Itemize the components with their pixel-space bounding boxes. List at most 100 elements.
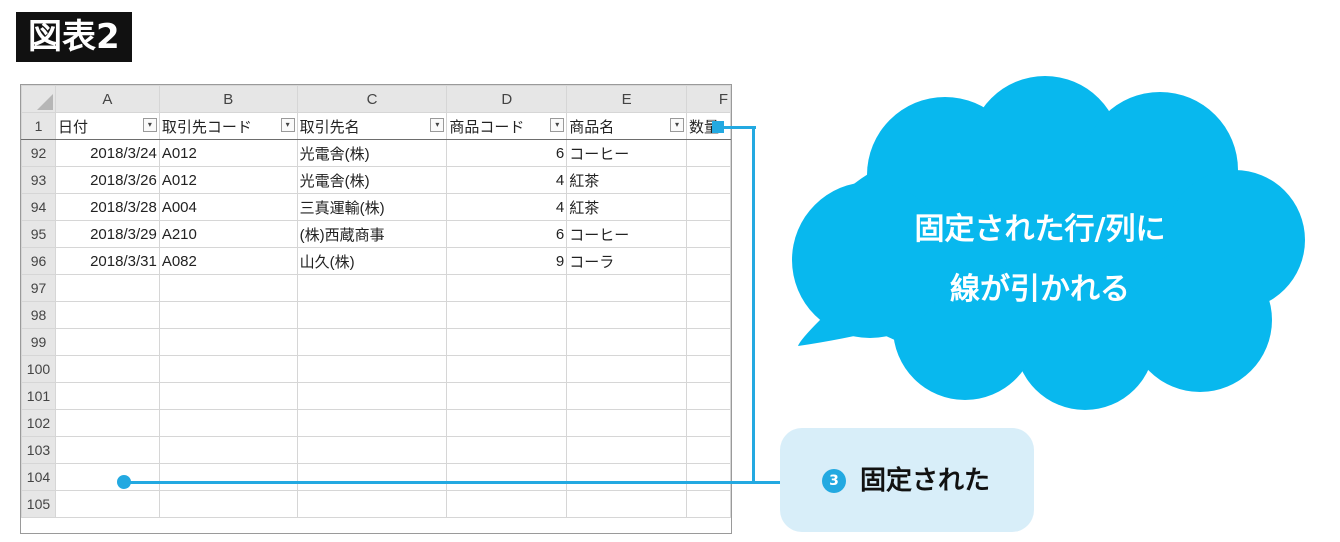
cell-product-code[interactable]: 6 [446,220,568,248]
cell-product-name[interactable] [566,409,687,437]
row-header[interactable]: 105 [21,490,56,518]
cell-date[interactable] [54,463,160,491]
cell-date[interactable] [54,274,160,302]
row-header[interactable]: 1 [21,112,56,140]
cell-client-code[interactable] [158,436,298,464]
cell-client-code[interactable] [158,328,298,356]
cell-client-name[interactable] [296,355,448,383]
cell-date[interactable]: 2018/3/24 [54,139,160,167]
cell-date[interactable] [54,409,160,437]
cell-client-name[interactable] [296,463,448,491]
row-header[interactable]: 104 [21,463,56,491]
cell-quantity[interactable] [685,247,731,275]
cell-product-name[interactable] [566,436,687,464]
cell-date[interactable]: 2018/3/26 [54,166,160,194]
cell-client-code[interactable]: A012 [158,139,298,167]
cell-product-name[interactable] [566,463,687,491]
cell-quantity[interactable] [685,139,731,167]
row-header[interactable]: 100 [21,355,56,383]
cell-quantity[interactable] [685,490,731,518]
cell-client-name[interactable] [296,436,448,464]
select-all-corner[interactable] [21,85,56,113]
column-header-a[interactable]: A [54,85,160,113]
row-header[interactable]: 101 [21,382,56,410]
spreadsheet[interactable]: A B C D E F 1 日付 ▾ 取引先コード ▾ 取引先名 ▾ 商品コード ▾ 商… [20,84,732,534]
cell-client-name[interactable] [296,382,448,410]
cell-product-code[interactable] [446,328,568,356]
cell-client-code[interactable] [158,355,298,383]
cell-date[interactable] [54,355,160,383]
cell-quantity[interactable] [685,193,731,221]
row-header[interactable]: 103 [21,436,56,464]
header-cell-client-name[interactable]: 取引先名 ▾ [296,112,448,140]
cell-product-name[interactable]: 紅茶 [566,166,687,194]
column-header-d[interactable]: D [446,85,568,113]
cell-product-name[interactable] [566,328,687,356]
cell-date[interactable] [54,436,160,464]
cell-product-name[interactable]: コーヒー [566,139,687,167]
cell-product-code[interactable] [446,409,568,437]
filter-dropdown-icon[interactable]: ▾ [280,118,295,132]
cell-quantity[interactable] [685,409,731,437]
cell-product-name[interactable]: コーヒー [566,220,687,248]
cell-client-code[interactable] [158,274,298,302]
row-header[interactable]: 99 [21,328,56,356]
filter-dropdown-icon[interactable]: ▾ [669,118,684,132]
cell-product-code[interactable] [446,436,568,464]
header-cell-product-name[interactable]: 商品名 ▾ [566,112,687,140]
cell-product-code[interactable]: 9 [446,247,568,275]
cell-client-name[interactable]: 山久(株) [296,247,448,275]
row-header[interactable]: 96 [21,247,56,275]
column-header-f[interactable]: F [685,85,731,113]
cell-client-name[interactable] [296,301,448,329]
cell-date[interactable] [54,490,160,518]
cell-quantity[interactable] [685,382,731,410]
cell-quantity[interactable] [685,463,731,491]
row-header[interactable]: 98 [21,301,56,329]
cell-product-code[interactable] [446,301,568,329]
cell-client-code[interactable] [158,490,298,518]
cell-quantity[interactable] [685,166,731,194]
cell-client-code[interactable] [158,463,298,491]
cell-client-name[interactable] [296,409,448,437]
cell-product-code[interactable] [446,274,568,302]
cell-client-name[interactable]: (株)西蔵商事 [296,220,448,248]
cell-product-name[interactable]: 紅茶 [566,193,687,221]
cell-quantity[interactable] [685,274,731,302]
header-cell-product-code[interactable]: 商品コード ▾ [446,112,568,140]
filter-dropdown-icon[interactable]: ▾ [430,118,445,132]
cell-quantity[interactable] [685,436,731,464]
cell-quantity[interactable] [685,301,731,329]
cell-product-code[interactable] [446,463,568,491]
cell-client-code[interactable]: A210 [158,220,298,248]
cell-product-code[interactable] [446,355,568,383]
row-header[interactable]: 95 [21,220,56,248]
row-header[interactable]: 97 [21,274,56,302]
cell-product-name[interactable]: コーラ [566,247,687,275]
cell-quantity[interactable] [685,328,731,356]
cell-date[interactable] [54,382,160,410]
column-header-b[interactable]: B [158,85,298,113]
header-cell-client-code[interactable]: 取引先コード ▾ [158,112,298,140]
cell-date[interactable]: 2018/3/31 [54,247,160,275]
cell-client-name[interactable]: 光電舎(株) [296,166,448,194]
cell-product-code[interactable]: 4 [446,166,568,194]
cell-product-name[interactable] [566,382,687,410]
cell-product-code[interactable]: 4 [446,193,568,221]
cell-client-name[interactable] [296,328,448,356]
cell-client-code[interactable] [158,301,298,329]
cell-client-code[interactable]: A082 [158,247,298,275]
cell-client-code[interactable] [158,409,298,437]
cell-client-name[interactable] [296,490,448,518]
cell-product-code[interactable] [446,490,568,518]
cell-product-name[interactable] [566,490,687,518]
cell-client-code[interactable]: A012 [158,166,298,194]
cell-client-name[interactable]: 三真運輸(株) [296,193,448,221]
row-header[interactable]: 92 [21,139,56,167]
filter-dropdown-icon[interactable]: ▾ [142,118,157,132]
cell-client-code[interactable] [158,382,298,410]
cell-date[interactable]: 2018/3/28 [54,193,160,221]
cell-product-code[interactable]: 6 [446,139,568,167]
filter-dropdown-icon[interactable]: ▾ [550,118,565,132]
cell-product-name[interactable] [566,274,687,302]
